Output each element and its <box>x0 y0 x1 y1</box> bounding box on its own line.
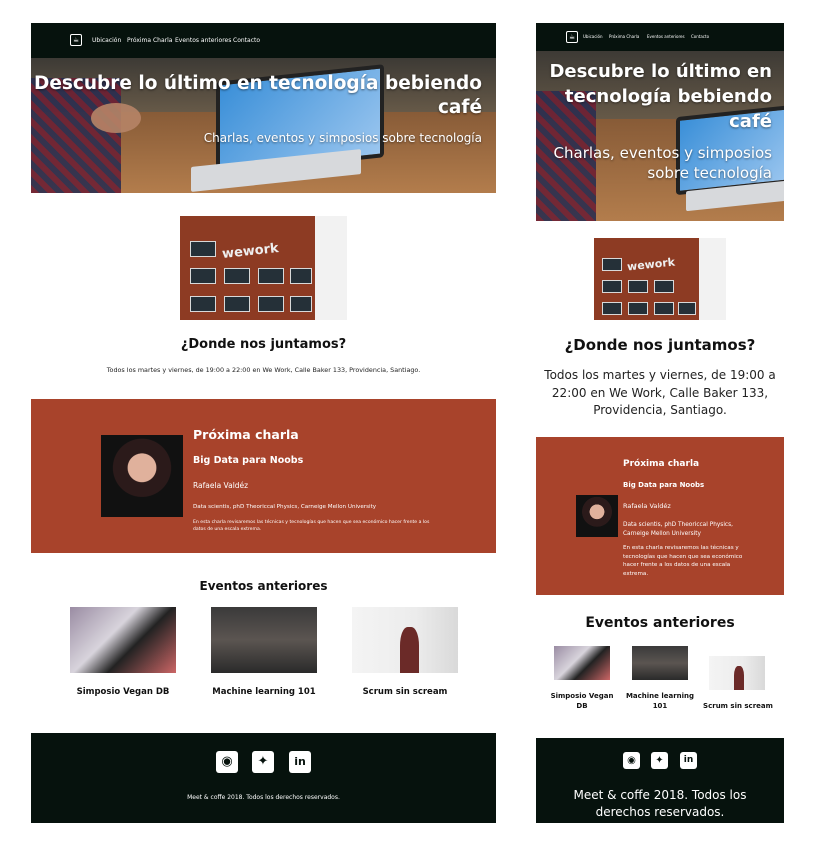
github-icon[interactable]: ◉ <box>216 751 238 773</box>
mobile-event-caption-1[interactable]: Simposio Vegan DB <box>548 691 616 711</box>
speaker-role: Data scientis, phD Theoriccal Physics, C… <box>193 504 377 510</box>
mobile-view: ☕ Ubicación Próxima Charla Eventos anter… <box>536 23 784 823</box>
nav-link-ubicacion[interactable]: Ubicación <box>92 37 121 44</box>
location-text: Todos los martes y viernes, de 19:00 a 2… <box>106 366 421 374</box>
mobile-speaker-role: Data scientis, phD Theoriccal Physics, C… <box>623 522 733 537</box>
mobile-speaker-avatar <box>576 495 618 537</box>
mobile-next-talk-description: En esta charla revisaremos las técnicas … <box>623 545 743 577</box>
event-caption-2[interactable]: Machine learning 101 <box>196 687 332 697</box>
hero-subtitle: Charlas, eventos y simposios sobre tecno… <box>203 131 482 145</box>
nav-link-proxima-charla[interactable]: Próxima Charla <box>127 37 172 44</box>
mobile-event-image-2[interactable] <box>632 646 688 680</box>
mobile-speaker-name: Rafaela Valdéz <box>623 502 671 510</box>
mobile-events-title: Eventos anteriores <box>585 615 735 631</box>
mobile-event-image-3[interactable] <box>709 656 765 690</box>
mobile-next-talk-section: Próxima charla Big Data para Noobs Rafae… <box>536 437 784 595</box>
mobile-event-image-1[interactable] <box>554 646 610 680</box>
mobile-hero-banner: Descubre lo último en tecnología bebiend… <box>536 51 784 221</box>
event-image-1[interactable] <box>70 607 176 673</box>
mobile-nav-link-proxima-charla[interactable]: Próxima Charla <box>609 34 639 39</box>
mobile-event-caption-3[interactable]: Scrum sin scream <box>696 701 780 711</box>
mobile-nav-link-ubicacion[interactable]: Ubicación <box>583 34 603 39</box>
mobile-location-text: Todos los martes y viernes, de 19:00 a 2… <box>544 368 776 417</box>
mobile-footer-copyright: Meet & coffe 2018. Todos los derechos re… <box>573 788 747 819</box>
hero-title: Descubre lo último en tecnología bebiend… <box>33 73 482 118</box>
mobile-hero-subtitle: Charlas, eventos y simposios sobre tecno… <box>553 144 772 182</box>
mobile-navbar: ☕ Ubicación Próxima Charla Eventos anter… <box>536 23 784 51</box>
mobile-hero-title: Descubre lo último en tecnología bebiend… <box>549 61 772 132</box>
speaker-avatar <box>101 435 183 517</box>
next-talk-title[interactable]: Big Data para Noobs <box>193 455 303 466</box>
next-talk-section: Próxima charla Big Data para Noobs Rafae… <box>31 399 496 553</box>
mobile-github-icon[interactable]: ◉ <box>623 752 640 769</box>
mobile-linkedin-icon[interactable]: in <box>680 752 697 769</box>
linkedin-icon[interactable]: in <box>289 751 311 773</box>
mobile-event-caption-2[interactable]: Machine learning 101 <box>624 691 696 711</box>
event-caption-1[interactable]: Simposio Vegan DB <box>55 687 191 697</box>
hero-banner: Descubre lo último en tecnología bebiend… <box>31 58 496 193</box>
mobile-nav-link-eventos-anteriores[interactable]: Eventos anteriores <box>647 34 685 39</box>
events-title: Eventos anteriores <box>199 579 328 593</box>
twitter-icon[interactable]: ✦ <box>252 751 274 773</box>
speaker-name: Rafaela Valdéz <box>193 481 249 490</box>
mobile-footer: ◉ ✦ in Meet & coffe 2018. Todos los dere… <box>536 738 784 823</box>
next-talk-description: En esta charla revisaremos las técnicas … <box>193 520 430 532</box>
footer: ◉ ✦ in Meet & coffe 2018. Todos los dere… <box>31 733 496 823</box>
mobile-next-talk-title[interactable]: Big Data para Noobs <box>623 481 704 489</box>
footer-copyright: Meet & coffe 2018. Todos los derechos re… <box>187 794 340 801</box>
event-caption-3[interactable]: Scrum sin scream <box>337 687 473 697</box>
nav-link-contacto[interactable]: Contacto <box>233 37 260 44</box>
nav-link-eventos-anteriores[interactable]: Eventos anteriores <box>175 37 231 44</box>
mobile-next-talk-heading: Próxima charla <box>623 459 700 469</box>
mobile-twitter-icon[interactable]: ✦ <box>651 752 668 769</box>
event-image-2[interactable] <box>211 607 317 673</box>
mobile-logo-icon[interactable]: ☕ <box>566 31 578 43</box>
next-talk-heading: Próxima charla <box>193 427 299 442</box>
mobile-nav-link-contacto[interactable]: Contacto <box>691 34 709 39</box>
logo-icon[interactable]: ☕ <box>70 34 82 46</box>
location-image: wework <box>180 216 347 320</box>
navbar: ☕ Ubicación Próxima Charla Eventos anter… <box>31 23 496 58</box>
desktop-view: ☕ Ubicación Próxima Charla Eventos anter… <box>31 23 496 823</box>
mobile-location-title: ¿Donde nos juntamos? <box>564 336 756 354</box>
event-image-3[interactable] <box>352 607 458 673</box>
location-title: ¿Donde nos juntamos? <box>180 337 347 352</box>
mobile-location-image: wework <box>594 238 726 320</box>
